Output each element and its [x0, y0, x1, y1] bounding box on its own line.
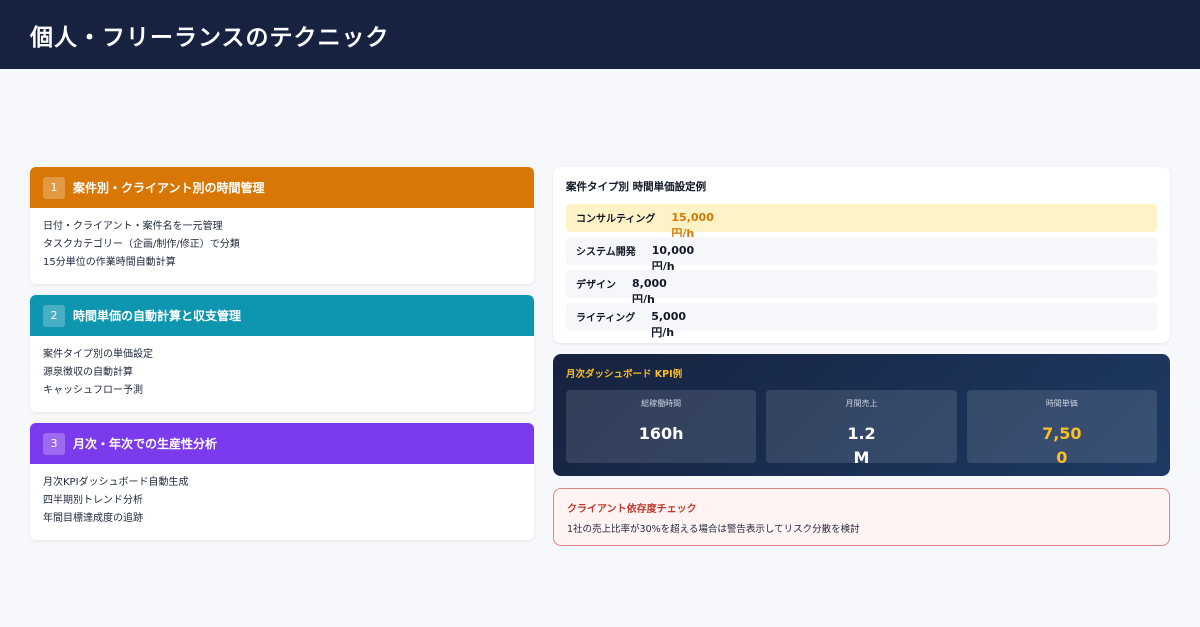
kpi-grid: 総稼働時間 160h 月間売上 1.2M 時間単価 7,500: [566, 390, 1157, 467]
section-items: 日付・クライアント・案件名を一元管理 タスクカテゴリー（企画/制作/修正）で分類…: [30, 208, 534, 284]
kpi-label: 総稼働時間: [641, 399, 682, 408]
section-number-badge: 2: [43, 304, 65, 327]
list-item: 日付・クライアント・案件名を一元管理: [43, 221, 223, 232]
section-card-3: 3 月次・年次での生産性分析 月次KPIダッシュボード自動生成 四半期別トレンド…: [30, 423, 534, 540]
section-number-badge: 1: [43, 176, 65, 199]
section-items: 月次KPIダッシュボード自動生成 四半期別トレンド分析 年間目標達成度の追跡: [30, 464, 534, 540]
page-title: 個人・フリーランスのテクニック: [30, 24, 390, 51]
rate-type-name: システム開発: [576, 247, 636, 258]
rate-card-title: 案件タイプ別 時間単価設定例: [566, 181, 707, 193]
alert-text: 1社の売上比率が30%を超える場合は警告表示してリスク分散を検討: [567, 524, 860, 535]
kpi-value: 7,500: [1042, 424, 1082, 467]
alert-title: クライアント依存度チェック: [567, 504, 697, 515]
list-item: タスクカテゴリー（企画/制作/修正）で分類: [43, 239, 240, 250]
kpi-box-total-hours: 総稼働時間 160h: [566, 390, 757, 463]
section-header-3: 3 月次・年次での生産性分析: [30, 423, 534, 464]
list-item: 案件タイプ別の単価設定: [43, 349, 153, 360]
kpi-value: 160h: [638, 424, 684, 443]
client-dependency-alert: クライアント依存度チェック 1社の売上比率が30%を超える場合は警告表示してリス…: [553, 488, 1170, 546]
section-header-2: 2 時間単価の自動計算と収支管理: [30, 295, 534, 336]
kpi-label: 時間単価: [1045, 399, 1078, 408]
rate-example-card: 案件タイプ別 時間単価設定例 コンサルティング 15,000円/h システム開発…: [553, 167, 1170, 343]
technique-list: 1 案件別・クライアント別の時間管理 日付・クライアント・案件名を一元管理 タス…: [30, 167, 534, 551]
kpi-box-hourly-rate: 時間単価 7,500: [966, 390, 1157, 467]
rate-value: 5,000円/h: [651, 310, 686, 339]
kpi-value: 1.2M: [847, 424, 876, 467]
rate-type-name: コンサルティング: [576, 214, 656, 225]
section-title: 案件別・クライアント別の時間管理: [73, 181, 265, 195]
kpi-dashboard-card: 月次ダッシュボード KPI例 総稼働時間 160h 月間売上 1.2M 時間単価…: [553, 354, 1170, 476]
list-item: キャッシュフロー予測: [43, 385, 143, 396]
section-header-1: 1 案件別・クライアント別の時間管理: [30, 167, 534, 208]
list-item: 月次KPIダッシュボード自動生成: [43, 477, 189, 488]
rate-type-name: ライティング: [576, 313, 636, 324]
rate-type-name: デザイン: [576, 280, 616, 291]
rate-row: ライティング 5,000円/h: [566, 303, 1157, 339]
section-card-2: 2 時間単価の自動計算と収支管理 案件タイプ別の単価設定 源泉徴収の自動計算 キ…: [30, 295, 534, 412]
rate-row: システム開発 10,000円/h: [566, 237, 1157, 273]
section-number-badge: 3: [43, 432, 65, 455]
kpi-title: 月次ダッシュボード KPI例: [566, 369, 683, 380]
section-title: 時間単価の自動計算と収支管理: [73, 309, 242, 323]
list-item: 四半期別トレンド分析: [43, 495, 143, 506]
kpi-label: 月間売上: [845, 399, 878, 408]
rate-row: デザイン 8,000円/h: [566, 270, 1157, 306]
list-item: 源泉徴収の自動計算: [43, 367, 133, 378]
list-item: 15分単位の作業時間自動計算: [43, 257, 176, 268]
list-item: 年間目標達成度の追跡: [43, 513, 143, 524]
page-header: 個人・フリーランスのテクニック: [0, 0, 1200, 69]
section-items: 案件タイプ別の単価設定 源泉徴収の自動計算 キャッシュフロー予測: [30, 336, 534, 412]
section-title: 月次・年次での生産性分析: [73, 437, 218, 451]
rate-row: コンサルティング 15,000円/h: [566, 204, 1157, 240]
kpi-box-monthly-sales: 月間売上 1.2M: [766, 390, 957, 467]
section-card-1: 1 案件別・クライアント別の時間管理 日付・クライアント・案件名を一元管理 タス…: [30, 167, 534, 284]
